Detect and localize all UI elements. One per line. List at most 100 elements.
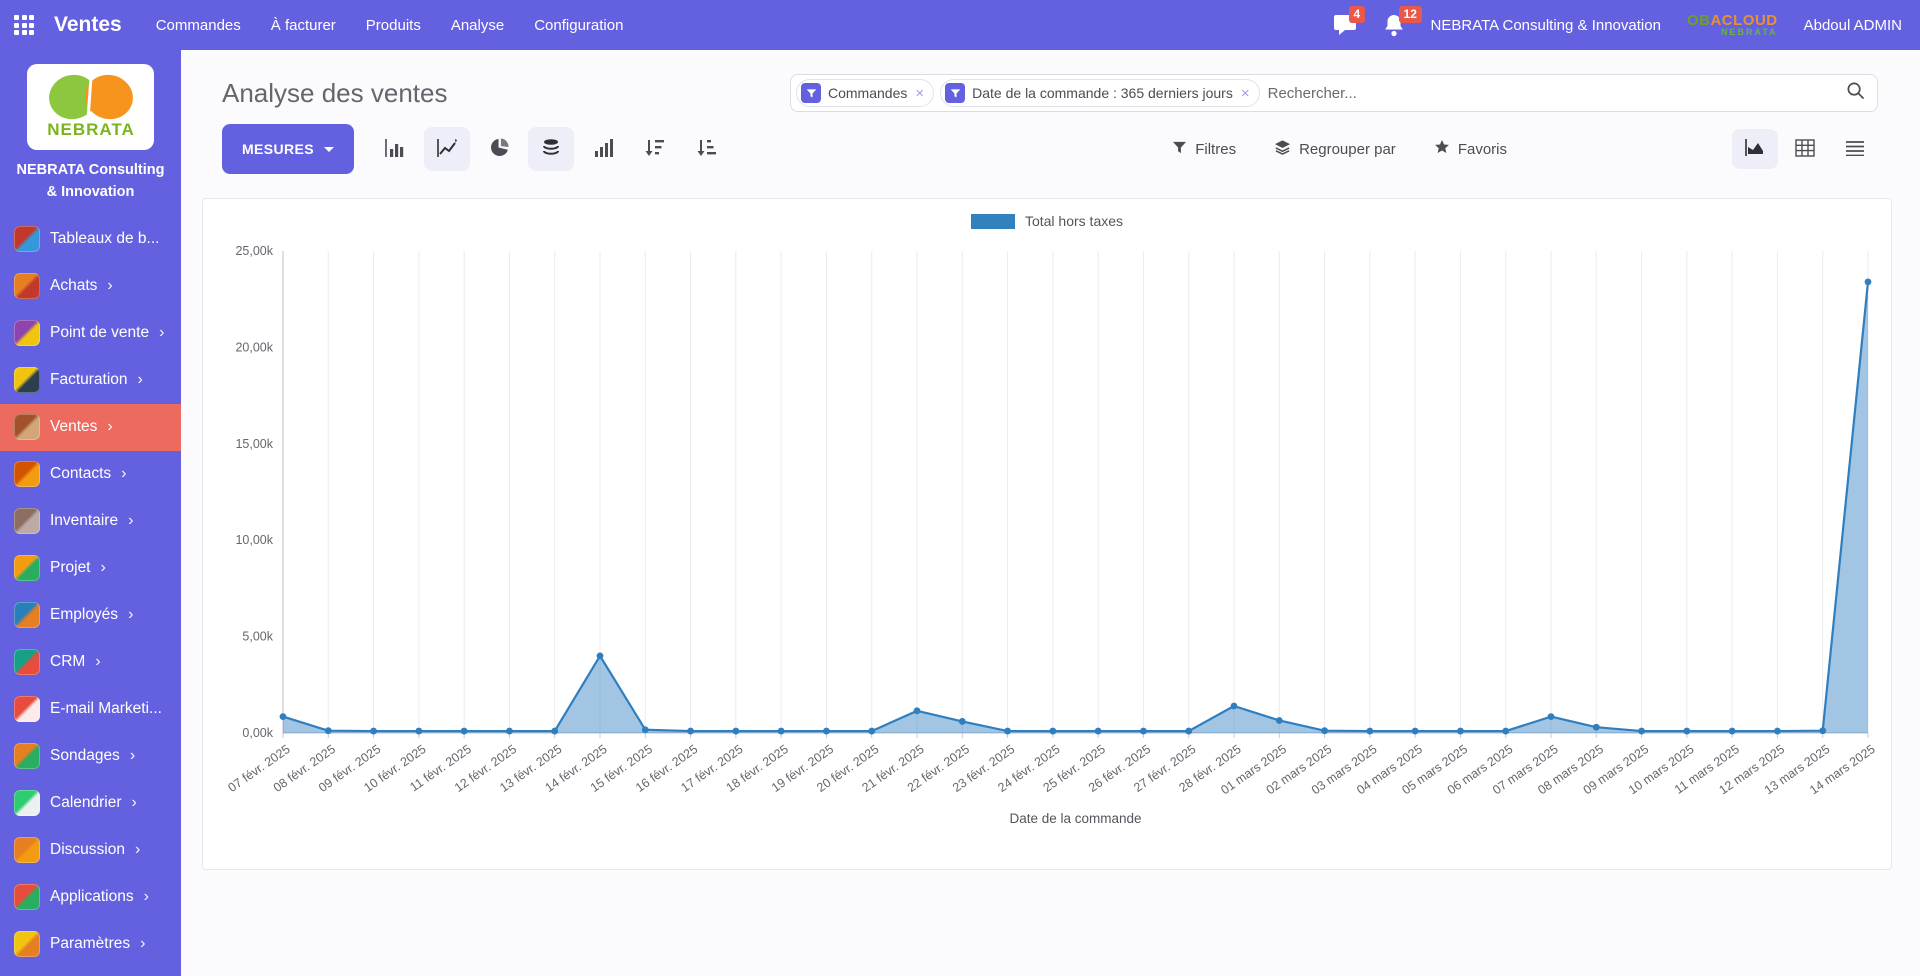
legend-label: Total hors taxes: [1025, 213, 1123, 229]
sidebar-item-achats[interactable]: Achats›: [0, 263, 181, 310]
sidebar-item-sondages[interactable]: Sondages ›: [0, 733, 181, 780]
filters-button[interactable]: Filtres: [1172, 140, 1236, 159]
sidebar-item-applications[interactable]: Applications›: [0, 874, 181, 921]
search-icon[interactable]: [1846, 81, 1865, 105]
contacts-icon: [14, 461, 40, 487]
messages-badge: 4: [1349, 6, 1366, 23]
svg-text:10,00k: 10,00k: [235, 533, 273, 547]
sidebar-item-employ-s[interactable]: Employés ›: [0, 592, 181, 639]
sidebar-item-label: Achats: [50, 277, 97, 295]
dashboard-icon: [14, 226, 40, 252]
sidebar-item-label: Sondages: [50, 747, 120, 765]
top-menu-analyse[interactable]: Analyse: [451, 17, 504, 34]
sidebar-item-label: Paramètres: [50, 935, 130, 953]
chevron-right-icon: ›: [135, 841, 140, 859]
sidebar-item-label: Calendrier: [50, 794, 122, 812]
sort-asc-icon: [696, 138, 718, 161]
surveys-icon: [14, 743, 40, 769]
notifications-badge: 12: [1399, 6, 1422, 23]
remove-filter-icon[interactable]: ×: [1241, 85, 1250, 102]
chart-legend[interactable]: Total hors taxes: [211, 213, 1883, 229]
filter-pill-commandes[interactable]: Commandes×: [796, 79, 934, 107]
sidebar-item-facturation[interactable]: Facturation›: [0, 357, 181, 404]
sidebar-item-crm[interactable]: CRM›: [0, 639, 181, 686]
svg-text:25,00k: 25,00k: [235, 244, 273, 258]
sidebar-item-tableaux-de-b[interactable]: Tableaux de b...: [0, 216, 181, 263]
chevron-right-icon: ›: [130, 747, 135, 765]
stacked-icon: [541, 138, 561, 161]
stacked-toggle-button[interactable]: [528, 127, 574, 171]
filter-pill-label: Date de la commande : 365 derniers jours: [972, 85, 1233, 101]
page-title: Analyse des ventes: [222, 78, 447, 109]
chevron-right-icon: ›: [159, 324, 164, 342]
sidebar-item-label: Employés: [50, 606, 118, 624]
cumulative-toggle-button[interactable]: [580, 127, 626, 171]
sidebar-item-label: Projet: [50, 559, 91, 577]
search-input[interactable]: [1266, 84, 1840, 103]
sidebar-item-contacts[interactable]: Contacts ›: [0, 451, 181, 498]
user-menu[interactable]: Abdoul ADMIN: [1804, 17, 1902, 34]
chevron-down-icon: [324, 147, 334, 152]
notifications-button[interactable]: 12: [1383, 14, 1405, 37]
svg-text:NEBRATA: NEBRATA: [47, 120, 135, 139]
sidebar-item-inventaire[interactable]: Inventaire›: [0, 498, 181, 545]
pivot-view-icon: [1795, 139, 1815, 160]
sidebar-item-ventes[interactable]: Ventes›: [0, 404, 181, 451]
calendar-icon: [14, 790, 40, 816]
top-navbar: Ventes CommandesÀ facturerProduitsAnalys…: [0, 0, 1920, 50]
measures-dropdown-button[interactable]: MESURES: [222, 124, 354, 174]
top-menu-commandes[interactable]: Commandes: [156, 17, 241, 34]
remove-filter-icon[interactable]: ×: [915, 85, 924, 102]
sidebar-item-projet[interactable]: Projet ›: [0, 545, 181, 592]
sidebar-item-point-de-vente[interactable]: Point de vente›: [0, 310, 181, 357]
sales-line-chart: 0,00k5,00k10,00k15,00k20,00k25,00k07 fév…: [211, 233, 1883, 833]
top-menu: Commandes À facturer Produits Analyse Config…: [156, 17, 624, 34]
point-of-sale-icon: [14, 320, 40, 346]
chevron-right-icon: ›: [140, 935, 145, 953]
favorites-button[interactable]: Favoris: [1434, 139, 1507, 159]
messages-button[interactable]: 4: [1333, 14, 1357, 36]
top-menu-facturer[interactable]: À facturer: [271, 17, 336, 34]
sidebar-item-label: Facturation: [50, 371, 128, 389]
graph-view-button[interactable]: [1732, 129, 1778, 169]
obacloud-logo-bottom: NEBRATA: [1687, 28, 1778, 37]
sidebar-item-e-mail-marketi[interactable]: E-mail Marketi...: [0, 686, 181, 733]
pivot-view-button[interactable]: [1782, 129, 1828, 169]
filter-pill-date-de-la-commande-365-dernie[interactable]: Date de la commande : 365 derniers jours…: [940, 79, 1259, 107]
group-by-button[interactable]: Regrouper par: [1274, 139, 1396, 159]
project-icon: [14, 555, 40, 581]
company-name-topbar: NEBRATA Consulting & Innovation: [1431, 17, 1661, 34]
sidebar-item-label: E-mail Marketi...: [50, 700, 162, 718]
sidebar-item-param-tres[interactable]: Paramètres ›: [0, 921, 181, 968]
bar-chart-button[interactable]: [372, 127, 418, 171]
sidebar-item-calendrier[interactable]: Calendrier›: [0, 780, 181, 827]
invoicing-icon: [14, 367, 40, 393]
apps-grid-icon[interactable]: [14, 15, 34, 35]
svg-text:15,00k: 15,00k: [235, 437, 273, 451]
chevron-right-icon: ›: [107, 418, 112, 436]
sort-ascending-button[interactable]: [684, 127, 730, 171]
sidebar-item-label: Contacts: [50, 465, 111, 483]
sort-descending-button[interactable]: [632, 127, 678, 171]
discuss-icon: [14, 837, 40, 863]
star-icon: [1434, 139, 1450, 159]
email-marketing-icon: [14, 696, 40, 722]
list-view-button[interactable]: [1832, 129, 1878, 169]
pie-chart-button[interactable]: [476, 127, 522, 171]
company-logo[interactable]: NEBRATA: [27, 64, 154, 150]
sidebar-item-discussion[interactable]: Discussion›: [0, 827, 181, 874]
top-menu-configuration[interactable]: Configuration: [534, 17, 623, 34]
main-content: Analyse des ventes Commandes×Date de la …: [181, 50, 1920, 976]
filter-pills: Commandes×Date de la commande : 365 dern…: [796, 79, 1260, 107]
top-menu-produits[interactable]: Produits: [366, 17, 421, 34]
purchases-icon: [14, 273, 40, 299]
chevron-right-icon: ›: [128, 512, 133, 530]
chevron-right-icon: ›: [128, 606, 133, 624]
filter-funnel-icon: [801, 83, 821, 103]
chevron-right-icon: ›: [101, 559, 106, 577]
svg-text:Date de la commande: Date de la commande: [1009, 811, 1141, 826]
line-chart-button[interactable]: [424, 127, 470, 171]
obacloud-logo[interactable]: OBACLOUD NEBRATA: [1687, 13, 1778, 37]
nebrata-logo-image: NEBRATA: [35, 71, 147, 143]
chevron-right-icon: ›: [121, 465, 126, 483]
